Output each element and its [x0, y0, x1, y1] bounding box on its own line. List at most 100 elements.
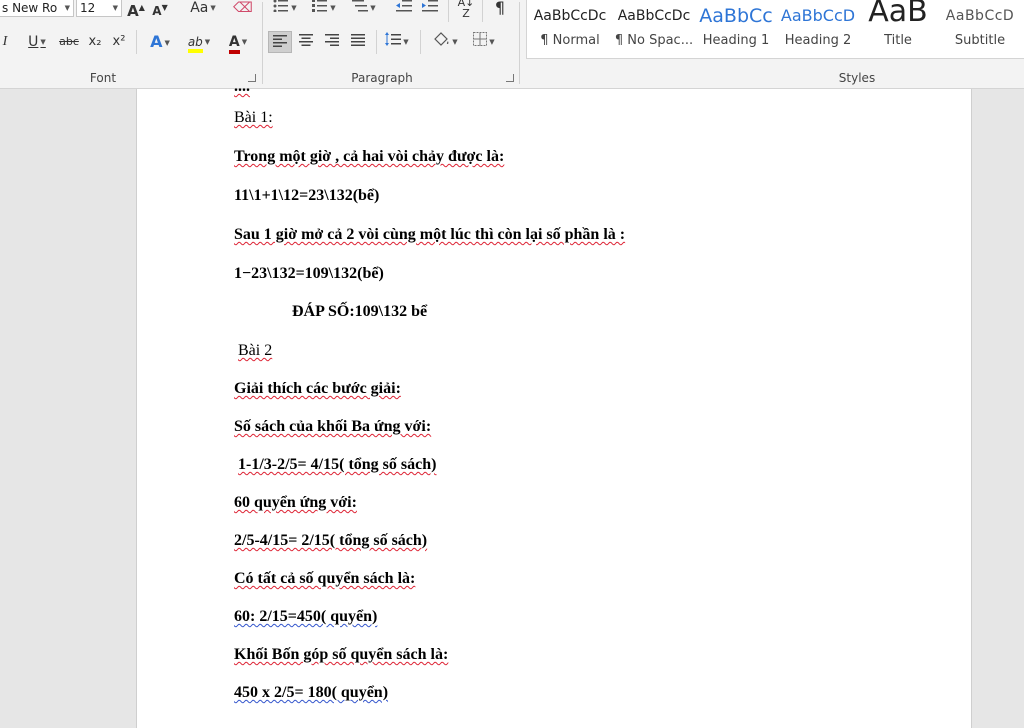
line-spacing-icon	[385, 32, 402, 46]
chevron-down-icon: ▼	[403, 38, 409, 46]
align-right-button[interactable]	[320, 31, 344, 53]
borders-button[interactable]: ▼	[466, 31, 502, 53]
superscript-button[interactable]: x²	[108, 31, 130, 53]
doc-line-text: 450 x 2/5= 180( quyển)	[234, 684, 389, 701]
document-page[interactable]: .... Bài 1: Trong một giờ , cả hai vòi c…	[136, 78, 972, 728]
align-center-button[interactable]	[294, 31, 318, 53]
shading-button[interactable]: ▼	[426, 31, 464, 53]
multilevel-list-icon	[352, 0, 369, 12]
shrink-font-label: A	[152, 4, 162, 18]
chevron-down-icon: ▼	[370, 4, 376, 12]
shrink-font-button[interactable]: A▼	[150, 0, 170, 19]
doc-line-text: Sau 1 giờ mở cả 2 vòi cùng một lúc thì c…	[234, 226, 626, 243]
numbered-list-icon	[312, 0, 328, 12]
style-subtitle[interactable]: AaBbCcD Subtitle	[939, 0, 1021, 58]
numbering-button[interactable]: ▼	[306, 0, 342, 19]
change-case-button[interactable]: Aa ▼	[185, 0, 221, 19]
font-color-button[interactable]: A ▼	[220, 31, 256, 54]
text-effects-button[interactable]: A ▼	[142, 31, 178, 53]
paint-bucket-icon	[434, 32, 449, 46]
bullets-button[interactable]: ▼	[268, 0, 302, 19]
font-size-combo[interactable]: 12 ▼	[76, 0, 122, 17]
chevron-down-icon: ▼	[241, 38, 248, 46]
doc-line-text: Số sách của khối Ba ứng với:	[234, 418, 432, 435]
style-heading-2[interactable]: AaBbCcD Heading 2	[777, 0, 859, 58]
pilcrow-icon: ¶	[494, 0, 506, 17]
clear-formatting-button[interactable]: ⌫	[232, 0, 254, 19]
highlight-button[interactable]: ab ▼	[180, 31, 218, 53]
chevron-down-icon: ▼	[489, 38, 495, 46]
superscript-label: x²	[112, 34, 126, 49]
doc-line: Bài 1:	[234, 108, 273, 128]
doc-line-text: Khối Bốn góp số quyển sách là:	[234, 646, 449, 663]
style-name: Subtitle	[954, 33, 1006, 48]
bullet-list-icon	[273, 0, 289, 13]
doc-line-text: 60 quyển ứng với:	[234, 494, 357, 511]
style-normal[interactable]: AaBbCcDc ¶ Normal	[529, 0, 611, 58]
justify-icon	[351, 34, 365, 46]
style-title[interactable]: AaB Title	[857, 0, 939, 58]
grow-font-button[interactable]: A▲	[126, 0, 146, 20]
decrease-indent-button[interactable]	[392, 0, 416, 19]
chevron-down-icon: ▼	[40, 38, 46, 46]
vertical-scrollbar[interactable]	[1004, 89, 1024, 728]
subscript-button[interactable]: x₂	[84, 31, 106, 53]
font-name-combo[interactable]: s New Ro ▼	[0, 0, 74, 17]
doc-line-text: 2/5-4/15= 2/15( tổng số sách)	[234, 532, 428, 549]
style-no-spacing[interactable]: AaBbCcDc ¶ No Spac...	[613, 0, 695, 58]
doc-line: 2/5-4/15= 2/15( tổng số sách)	[234, 531, 427, 551]
font-size-value: 12	[80, 1, 96, 15]
style-preview: AaBbCcD	[945, 8, 1015, 24]
justify-button[interactable]	[346, 31, 370, 53]
paragraph-group-label: Paragraph	[351, 71, 413, 85]
doc-line-text: Trong một giờ , cả hai vòi chảy được là:	[234, 148, 505, 165]
style-heading-1[interactable]: AaBbCc Heading 1	[695, 0, 777, 58]
decrease-indent-icon	[396, 0, 412, 12]
paragraph-dialog-launcher-icon[interactable]	[506, 74, 514, 82]
underline-button[interactable]: U ▼	[20, 31, 54, 53]
doc-line-text: Có tất cả số quyển sách là:	[234, 570, 416, 587]
increase-indent-icon	[422, 0, 438, 12]
text-effects-icon: A	[150, 32, 163, 51]
style-name: Heading 1	[702, 33, 770, 48]
doc-line: Khối Bốn góp số quyển sách là:	[234, 645, 448, 665]
subscript-label: x₂	[88, 34, 102, 49]
style-name: ¶ No Spac...	[614, 33, 694, 48]
style-name: Heading 2	[784, 33, 852, 48]
align-left-button[interactable]	[268, 31, 292, 53]
borders-icon	[473, 32, 488, 46]
eraser-icon: ⌫	[233, 0, 253, 16]
style-name: Title	[884, 33, 912, 48]
show-formatting-button[interactable]: ¶	[488, 0, 512, 19]
grow-font-label: A	[127, 2, 139, 20]
chevron-down-icon: ▼	[452, 38, 458, 46]
align-center-icon	[299, 34, 313, 46]
style-preview: AaBbCcDc	[617, 8, 691, 24]
doc-line-text: ĐÁP SỐ:109\132 bể	[292, 303, 428, 320]
multilevel-list-button[interactable]: ▼	[346, 0, 382, 19]
font-name-value: s New Ro	[2, 1, 58, 15]
style-preview: AaB	[868, 0, 928, 28]
doc-line-text: Giải thích các bước giải:	[234, 380, 401, 397]
divider	[448, 0, 449, 22]
underline-label: U	[28, 34, 39, 50]
doc-line: 60 quyển ứng với:	[234, 493, 357, 513]
align-right-icon	[325, 34, 339, 46]
line-spacing-button[interactable]: ▼	[380, 31, 414, 53]
ribbon: s New Ro ▼ 12 ▼ A▲ A▼ Aa ▼ ⌫ I U ▼ abc x₂ …	[0, 0, 1024, 89]
sort-button[interactable]: A↓ Z	[454, 0, 478, 19]
style-preview: AaBbCcDc	[533, 8, 607, 24]
doc-line: 1−23\132=109\132(bể)	[234, 264, 384, 284]
chevron-down-icon: ▼	[291, 4, 297, 12]
divider	[482, 0, 483, 22]
strikethrough-button[interactable]: abc	[56, 31, 82, 53]
divider	[376, 30, 377, 54]
style-preview: AaBbCcD	[780, 6, 856, 25]
font-group-label: Font	[89, 71, 117, 85]
doc-line-text: Bài 2	[238, 342, 273, 359]
increase-indent-button[interactable]	[418, 0, 442, 19]
chevron-down-icon: ▼	[112, 4, 118, 12]
italic-button[interactable]: I	[0, 31, 12, 53]
doc-line: 60: 2/15=450( quyển)	[234, 607, 377, 627]
divider	[136, 30, 137, 54]
